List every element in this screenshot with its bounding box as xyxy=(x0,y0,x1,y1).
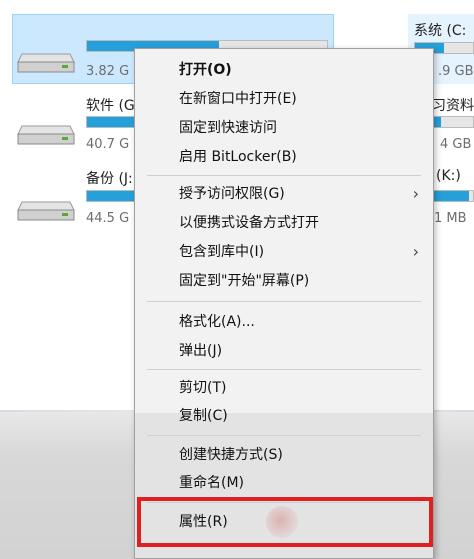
menu-item-pin-to-start[interactable]: 固定到"开始"屏幕(P) xyxy=(135,268,433,294)
menu-item-include-in-library[interactable]: 包含到库中(I) › xyxy=(135,239,433,265)
menu-separator xyxy=(147,435,421,436)
menu-item-label: 创建快捷方式(S) xyxy=(179,447,283,463)
drive-size-text: 40.7 G xyxy=(86,137,130,152)
drive-usage-bar xyxy=(432,190,474,202)
context-menu: 打开(O) 在新窗口中打开(E) 固定到快速访问 启用 BitLocker(B)… xyxy=(134,48,434,559)
menu-item-label: 固定到快速访问 xyxy=(179,120,277,136)
drive-label: (K:) xyxy=(436,168,461,184)
drive-label: 备份 (J: xyxy=(86,171,133,187)
drive-size-text: 1 MB xyxy=(434,211,467,226)
drive-usage-bar xyxy=(432,116,474,128)
menu-item-open[interactable]: 打开(O) xyxy=(135,57,433,83)
drive-size-text: 44.5 G xyxy=(86,211,130,226)
menu-item-cut[interactable]: 剪切(T) xyxy=(135,375,433,401)
hard-drive-icon xyxy=(17,201,75,221)
menu-item-label: 以便携式设备方式打开 xyxy=(179,215,319,231)
menu-item-label: 包含到库中(I) xyxy=(179,244,265,260)
menu-item-rename[interactable]: 重命名(M) xyxy=(135,470,433,496)
menu-item-create-shortcut[interactable]: 创建快捷方式(S) xyxy=(135,442,433,468)
menu-item-enable-bitlocker[interactable]: 启用 BitLocker(B) xyxy=(135,144,433,170)
drive-size-text: .9 GB xyxy=(438,64,474,79)
menu-item-open-new-window[interactable]: 在新窗口中打开(E) xyxy=(135,86,433,112)
menu-item-label: 剪切(T) xyxy=(179,380,227,396)
menu-item-label: 固定到"开始"屏幕(P) xyxy=(179,273,310,289)
drive-label: 软件 (G xyxy=(86,98,135,114)
cursor-pointer-icon xyxy=(266,506,298,538)
menu-item-label: 打开(O) xyxy=(179,62,232,78)
menu-item-eject[interactable]: 弹出(J) xyxy=(135,338,433,364)
menu-item-open-portable-device[interactable]: 以便携式设备方式打开 xyxy=(135,210,433,236)
menu-separator xyxy=(147,301,421,302)
drive-size-text: 4 GB xyxy=(440,137,472,152)
drive-label: 习资料 xyxy=(432,98,474,114)
menu-item-label: 在新窗口中打开(E) xyxy=(179,91,297,107)
menu-item-give-access[interactable]: 授予访问权限(G) › xyxy=(135,181,433,207)
menu-item-format[interactable]: 格式化(A)... xyxy=(135,309,433,335)
menu-separator xyxy=(147,175,421,176)
menu-item-label: 重命名(M) xyxy=(179,475,245,491)
menu-item-label: 启用 BitLocker(B) xyxy=(179,149,297,165)
drive-usage-bar-fill xyxy=(433,191,469,201)
menu-item-label: 格式化(A)... xyxy=(179,314,255,330)
menu-separator xyxy=(147,369,421,370)
hard-drive-icon xyxy=(17,125,75,145)
drive-usage-bar-fill xyxy=(433,117,441,127)
menu-item-label: 弹出(J) xyxy=(179,343,223,359)
chevron-right-icon: › xyxy=(412,242,419,261)
drive-size-text: 3.82 G xyxy=(86,64,130,79)
chevron-right-icon: › xyxy=(412,184,419,203)
menu-item-copy[interactable]: 复制(C) xyxy=(135,403,433,429)
menu-item-pin-quick-access[interactable]: 固定到快速访问 xyxy=(135,115,433,141)
hard-drive-icon xyxy=(17,53,75,73)
menu-item-label: 复制(C) xyxy=(179,408,228,424)
menu-item-label: 授予访问权限(G) xyxy=(179,186,285,202)
drive-label: 系统 (C: xyxy=(414,23,467,39)
